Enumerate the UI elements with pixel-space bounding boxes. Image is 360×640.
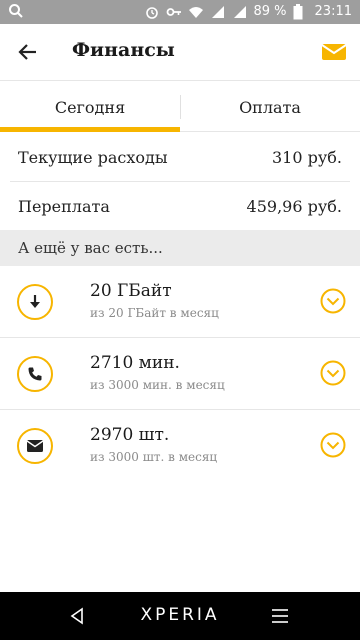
package-item-internet[interactable]: 20 ГБайт из 20 ГБайт в месяц bbox=[0, 266, 360, 338]
download-icon bbox=[17, 284, 53, 320]
package-limit: из 3000 мин. в месяц bbox=[90, 378, 225, 392]
wifi-icon bbox=[188, 4, 204, 20]
package-amount: 2710 мин. bbox=[90, 353, 180, 373]
back-arrow-icon[interactable] bbox=[16, 40, 40, 64]
phone-icon bbox=[17, 356, 53, 392]
tab-payment[interactable]: Оплата bbox=[180, 81, 360, 133]
menu-icon[interactable] bbox=[270, 606, 290, 626]
row-value: 459,96 руб. bbox=[246, 196, 342, 216]
row-value: 310 руб. bbox=[272, 148, 342, 167]
key-icon bbox=[166, 4, 182, 20]
page-title: Финансы bbox=[72, 39, 175, 61]
battery-icon bbox=[293, 4, 309, 20]
chevron-down-icon[interactable] bbox=[320, 288, 346, 314]
overpayment-row: Переплата 459,96 руб. bbox=[10, 182, 350, 230]
chevron-down-icon[interactable] bbox=[320, 360, 346, 386]
package-amount: 2970 шт. bbox=[90, 425, 170, 445]
package-item-sms[interactable]: 2970 шт. из 3000 шт. в месяц bbox=[0, 410, 360, 482]
package-amount: 20 ГБайт bbox=[90, 281, 172, 301]
chevron-down-icon[interactable] bbox=[320, 432, 346, 458]
envelope-icon bbox=[17, 428, 53, 464]
tab-underline bbox=[180, 131, 360, 132]
brand-logo: XPERIA bbox=[140, 605, 220, 625]
tab-bar: Сегодня Оплата bbox=[0, 80, 360, 132]
battery-level: 89 % bbox=[253, 4, 287, 19]
row-label: Переплата bbox=[18, 196, 110, 216]
section-header: А ещё у вас есть... bbox=[0, 230, 360, 266]
signal-icon bbox=[232, 4, 248, 20]
package-item-minutes[interactable]: 2710 мин. из 3000 мин. в месяц bbox=[0, 338, 360, 410]
row-label: Текущие расходы bbox=[18, 148, 168, 167]
current-expenses-row: Текущие расходы 310 руб. bbox=[10, 134, 350, 182]
system-nav-bar: XPERIA bbox=[0, 592, 360, 640]
search-icon bbox=[8, 3, 24, 23]
mail-icon[interactable] bbox=[321, 42, 347, 62]
clock: 23:11 bbox=[314, 4, 352, 19]
app-bar: Финансы bbox=[0, 24, 360, 80]
package-limit: из 20 ГБайт в месяц bbox=[90, 306, 219, 320]
tab-today[interactable]: Сегодня bbox=[0, 81, 180, 133]
signal-icon bbox=[210, 4, 226, 20]
package-limit: из 3000 шт. в месяц bbox=[90, 450, 218, 464]
alarm-icon bbox=[144, 4, 160, 20]
status-bar: 89 % 23:11 bbox=[0, 0, 360, 24]
active-tab-indicator bbox=[0, 127, 180, 132]
